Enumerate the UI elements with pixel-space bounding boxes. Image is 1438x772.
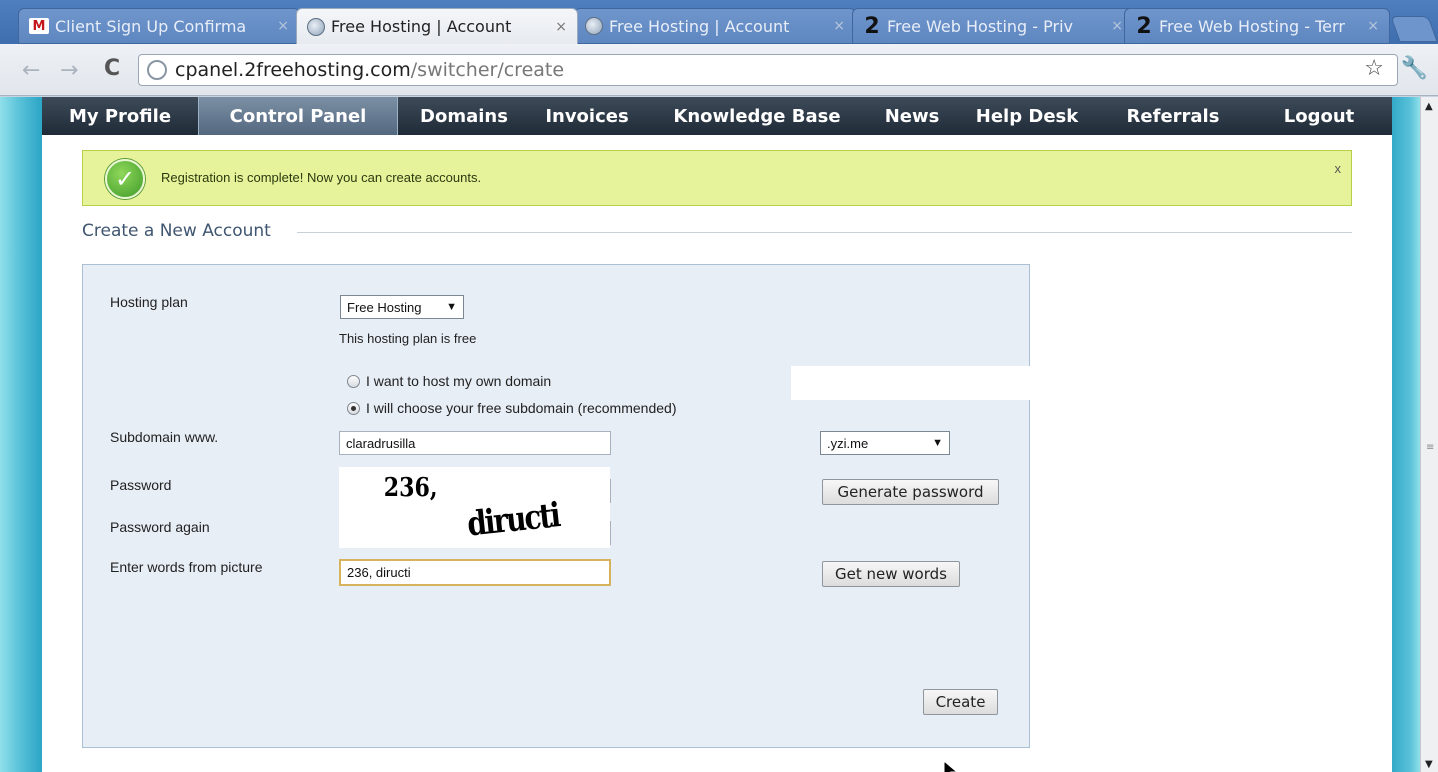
radio-own-domain-label: I want to host my own domain — [366, 373, 552, 389]
vertical-scrollbar[interactable]: ▲ ≡ ▼ — [1420, 97, 1438, 772]
notice-close-button[interactable]: x — [1335, 161, 1342, 176]
chevron-down-icon: ▼ — [446, 301, 457, 313]
nav-knowledge-base[interactable]: Knowledge Base — [644, 97, 870, 135]
radio-subdomain-label: I will choose your free subdomain (recom… — [366, 400, 677, 416]
wrench-icon[interactable]: 🔧 — [1401, 56, 1428, 81]
nav-domains[interactable]: Domains — [398, 97, 530, 135]
subdomain-label: Subdomain www. — [110, 429, 219, 445]
password-label: Password — [110, 477, 172, 493]
url-text: cpanel.2freehosting.com/switcher/create — [175, 59, 564, 81]
back-arrow-icon[interactable]: ← — [22, 58, 40, 83]
nav-referrals[interactable]: Referrals — [1100, 97, 1246, 135]
section-divider — [297, 232, 1352, 233]
notice-text: Registration is complete! Now you can cr… — [161, 170, 482, 185]
blank-area — [791, 366, 1031, 400]
nav-invoices[interactable]: Invoices — [530, 97, 644, 135]
tab-title: Client Sign Up Confirma — [55, 16, 247, 36]
hosting-plan-value: Free Hosting — [347, 299, 422, 315]
page-viewport: My Profile Control Panel Domains Invoice… — [0, 97, 1420, 772]
tab-terms[interactable]: 2 Free Web Hosting - Terr × — [1124, 8, 1390, 44]
mouse-cursor-icon — [943, 759, 958, 772]
tab-title: Free Hosting | Account — [331, 17, 512, 36]
globe-icon — [307, 17, 325, 36]
globe-icon — [585, 17, 603, 35]
2freehosting-icon: 2 — [864, 13, 880, 39]
tab-title: Free Web Hosting - Priv — [887, 16, 1073, 36]
page-info-icon[interactable] — [147, 60, 167, 80]
url-path: /switcher/create — [410, 59, 565, 81]
nav-help-desk[interactable]: Help Desk — [954, 97, 1100, 135]
tab-title: Free Web Hosting - Terr — [1159, 16, 1345, 36]
close-icon[interactable]: × — [833, 18, 845, 34]
new-tab-button[interactable] — [1390, 16, 1438, 42]
nav-logout[interactable]: Logout — [1246, 97, 1392, 135]
captcha-input[interactable]: 236, diructi — [339, 559, 611, 586]
radio-free-subdomain[interactable]: I will choose your free subdomain (recom… — [347, 400, 676, 416]
close-icon[interactable]: × — [1111, 18, 1123, 34]
nav-my-profile[interactable]: My Profile — [42, 97, 198, 135]
tab-title: Free Hosting | Account — [609, 16, 790, 36]
gmail-icon: M — [29, 18, 49, 34]
domain-suffix-select[interactable]: .yzi.me ▼ — [820, 431, 950, 455]
radio-own-domain[interactable]: I want to host my own domain — [347, 373, 551, 389]
close-icon[interactable]: × — [277, 18, 289, 34]
radio-button[interactable] — [347, 374, 360, 388]
radio-button-checked[interactable] — [347, 401, 360, 415]
close-icon[interactable]: × — [1367, 18, 1379, 34]
success-notice: ✓ Registration is complete! Now you can … — [82, 150, 1352, 206]
scroll-down-icon[interactable]: ▼ — [1425, 759, 1433, 770]
chevron-down-icon: ▼ — [932, 437, 943, 449]
scroll-grip-icon[interactable]: ≡ — [1426, 442, 1434, 453]
main-nav: My Profile Control Panel Domains Invoice… — [42, 97, 1392, 135]
hosting-plan-select[interactable]: Free Hosting ▼ — [340, 295, 464, 319]
captcha-label: Enter words from picture — [110, 559, 263, 575]
captcha-image: 236, diructi — [339, 467, 610, 548]
url-domain: cpanel.2freehosting.com — [175, 59, 411, 81]
password-again-label: Password again — [110, 519, 210, 535]
browser-toolbar: ← → C cpanel.2freehosting.com/switcher/c… — [0, 44, 1438, 96]
2freehosting-icon: 2 — [1136, 13, 1152, 39]
hosting-plan-note: This hosting plan is free — [339, 331, 477, 346]
get-new-words-button[interactable]: Get new words — [822, 561, 960, 587]
generate-password-button[interactable]: Generate password — [822, 479, 999, 505]
tab-account-active[interactable]: Free Hosting | Account × — [296, 8, 578, 44]
scroll-up-icon[interactable]: ▲ — [1425, 101, 1433, 112]
subdomain-input[interactable]: claradrusilla — [339, 431, 611, 455]
captcha-text-2: diructi — [465, 495, 561, 544]
reload-icon[interactable]: C — [104, 56, 120, 81]
nav-news[interactable]: News — [870, 97, 954, 135]
create-button[interactable]: Create — [923, 689, 998, 715]
section-title: Create a New Account — [82, 221, 271, 241]
content-panel: ✓ Registration is complete! Now you can … — [42, 135, 1392, 772]
hosting-plan-label: Hosting plan — [110, 294, 188, 310]
tab-strip: M Client Sign Up Confirma × Free Hosting… — [0, 0, 1438, 44]
tab-gmail[interactable]: M Client Sign Up Confirma × — [18, 8, 300, 44]
close-icon[interactable]: × — [555, 19, 567, 35]
tab-privacy[interactable]: 2 Free Web Hosting - Priv × — [852, 8, 1134, 44]
tab-account[interactable]: Free Hosting | Account × — [574, 8, 856, 44]
captcha-text-1: 236, — [383, 473, 438, 503]
address-bar[interactable]: cpanel.2freehosting.com/switcher/create — [138, 54, 1398, 86]
bookmark-star-icon[interactable]: ☆ — [1364, 56, 1384, 81]
checkmark-icon: ✓ — [105, 159, 145, 199]
nav-control-panel[interactable]: Control Panel — [198, 97, 398, 135]
forward-arrow-icon[interactable]: → — [60, 58, 78, 83]
domain-suffix-value: .yzi.me — [827, 435, 869, 451]
